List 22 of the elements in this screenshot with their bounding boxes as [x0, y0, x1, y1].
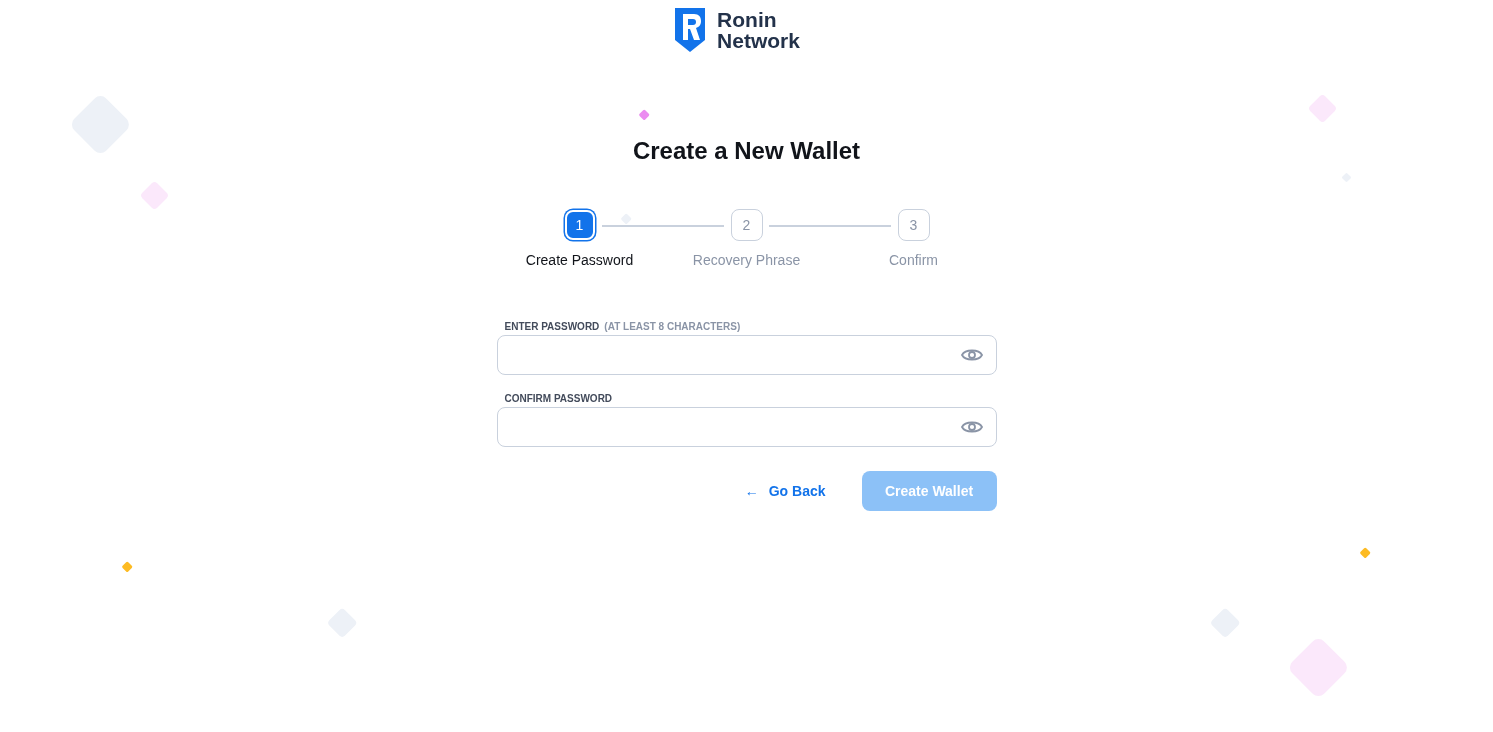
- step-label: Confirm: [889, 252, 938, 268]
- shield-logo-icon: [673, 6, 708, 54]
- diamond-decoration: [1359, 547, 1371, 559]
- eye-icon[interactable]: [960, 347, 983, 363]
- password-field[interactable]: [496, 335, 997, 375]
- diamond-decoration: [638, 109, 650, 121]
- diamond-decoration: [620, 213, 632, 225]
- step-label: Recovery Phrase: [692, 252, 801, 268]
- diamond-decoration: [121, 561, 133, 573]
- logo-text: Network: [717, 30, 800, 51]
- step-label: Create Password: [525, 252, 634, 268]
- password-field[interactable]: [496, 407, 997, 447]
- field-label: ENTER PASSWORD: [504, 321, 600, 332]
- field-hint: (AT LEAST 8 CHARACTERS): [604, 321, 741, 332]
- eye-icon[interactable]: [960, 419, 983, 435]
- go-back-link[interactable]: ← Go Back: [744, 483, 826, 499]
- field-label: CONFIRM PASSWORD: [504, 393, 613, 404]
- step-number: 2: [730, 209, 763, 241]
- step-number: 3: [897, 209, 930, 241]
- step-number: 1: [564, 210, 595, 240]
- logo-text: Ronin: [717, 9, 778, 30]
- page-title: Create a New Wallet: [632, 136, 861, 166]
